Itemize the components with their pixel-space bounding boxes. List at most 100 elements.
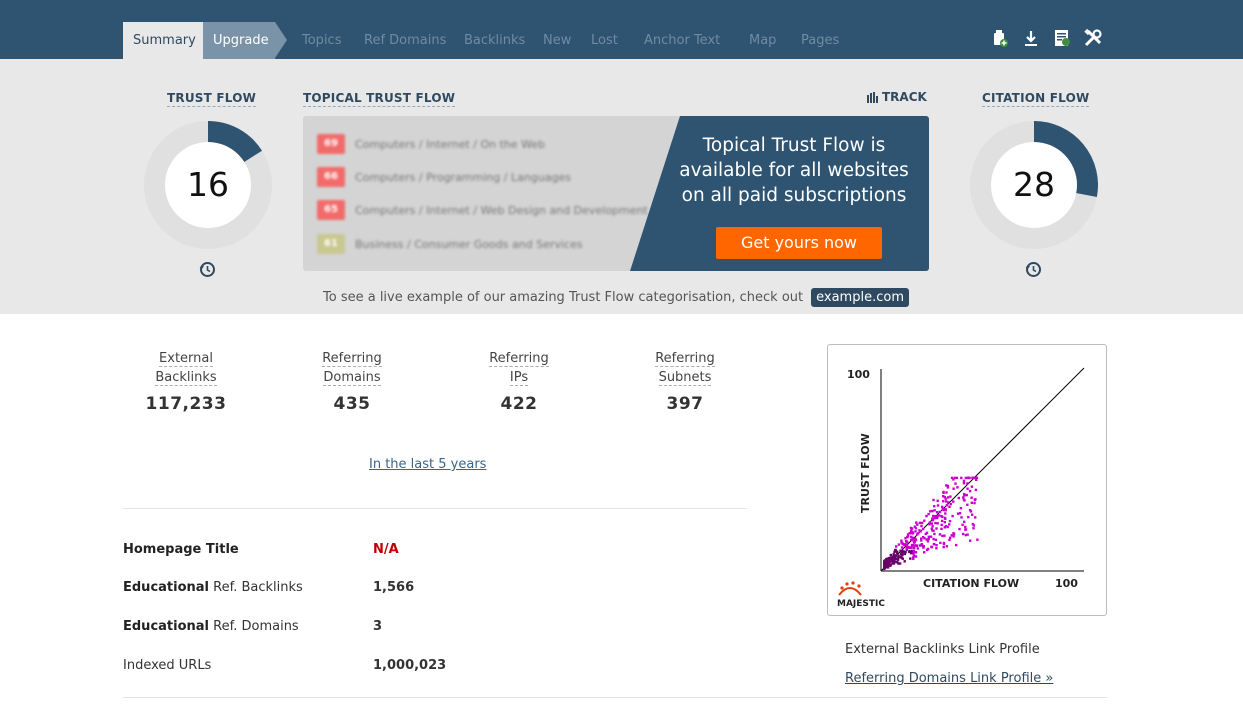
tab-map[interactable]: Map [749, 22, 776, 59]
report-icon[interactable] [1051, 27, 1072, 48]
scatter-point [900, 546, 904, 549]
scatter-point [947, 501, 950, 504]
scatter-point [945, 545, 949, 548]
scatter-point [962, 479, 966, 482]
scatter-point [939, 541, 942, 545]
scatter-point [915, 521, 918, 524]
topic-name: Computers / Programming / Languages [355, 170, 571, 184]
scatter-point [905, 546, 909, 549]
scatter-point [911, 536, 914, 539]
scatter-point [944, 508, 947, 511]
example-text: To see a live example of our amazing Tru… [323, 290, 804, 305]
scatter-point [932, 537, 935, 541]
tools-icon[interactable] [1082, 27, 1103, 48]
stat-value: 422 [500, 394, 538, 414]
scatter-plot: 100 100 CITATION FLOW TRUST FLOW MAJESTI… [837, 367, 1085, 609]
scatter-point [915, 544, 918, 547]
scatter-point [889, 553, 892, 557]
scatter-point [962, 496, 965, 499]
scatter-point [966, 487, 969, 490]
scatter-point [933, 505, 936, 508]
stat-label[interactable]: External Backlinks [126, 349, 246, 387]
scatter-point [916, 533, 919, 536]
stat-value: 117,233 [145, 394, 227, 414]
trust-flow-label[interactable]: TRUST FLOW [167, 91, 257, 107]
stat-label[interactable]: Referring Subnets [625, 349, 745, 387]
scatter-point [920, 539, 923, 542]
scatter-point [970, 485, 974, 488]
scatter-point [889, 556, 892, 559]
scatter-point [927, 512, 930, 516]
scatter-point [948, 538, 951, 542]
scatter-point [894, 557, 897, 561]
scatter-point [968, 489, 972, 493]
tab-ref-domains[interactable]: Ref Domains [364, 22, 446, 59]
scatter-point [966, 533, 969, 536]
scatter-point [929, 535, 933, 538]
period-selector-link[interactable]: In the last 5 years [369, 457, 486, 472]
tab-lost[interactable]: Lost [591, 22, 618, 59]
scatter-point [967, 515, 970, 519]
scatter-point [942, 500, 945, 503]
scatter-point [920, 543, 923, 546]
scatter-point [938, 510, 942, 514]
scatter-point [943, 516, 947, 520]
scatter-point [974, 476, 977, 480]
scatter-point [930, 545, 933, 548]
scatter-point [923, 551, 926, 554]
y-axis-label: TRUST FLOW [859, 433, 872, 513]
download-icon[interactable] [1020, 27, 1041, 48]
scatter-point [932, 514, 935, 518]
referring-domains-profile-link[interactable]: Referring Domains Link Profile » [845, 671, 1053, 686]
example-link[interactable]: example.com [811, 288, 909, 307]
scatter-point [936, 499, 939, 502]
info-value: 1,000,023 [373, 658, 447, 673]
scatter-point [964, 525, 967, 529]
scatter-point [949, 536, 952, 539]
history-icon[interactable] [199, 261, 216, 278]
tab-backlinks[interactable]: Backlinks [464, 22, 525, 59]
track-label: TRACK [882, 90, 927, 104]
stat-label[interactable]: Referring IPs [459, 349, 579, 387]
topic-score-badge: 61 [317, 234, 345, 254]
tab-topics[interactable]: Topics [302, 22, 341, 59]
scatter-point [916, 547, 919, 550]
history-icon[interactable] [1025, 261, 1042, 278]
scatter-point [961, 523, 964, 526]
scatter-point [966, 503, 969, 506]
tab-new[interactable]: New [543, 22, 571, 59]
scatter-point [931, 525, 934, 528]
flow-metric-scatter-chart[interactable]: 100 100 CITATION FLOW TRUST FLOW MAJESTI… [827, 344, 1107, 616]
scatter-point [894, 549, 897, 552]
scatter-point [911, 539, 914, 542]
scatter-point [918, 529, 921, 532]
scatter-point [971, 522, 975, 526]
topical-trust-flow-label[interactable]: TOPICAL TRUST FLOW [303, 91, 456, 107]
scatter-point [948, 519, 952, 523]
add-to-bucket-icon[interactable] [989, 27, 1010, 48]
tab-anchor-text[interactable]: Anchor Text [644, 22, 720, 59]
topic-row: 61 Business / Consumer Goods and Service… [317, 234, 583, 254]
scatter-point [972, 527, 975, 530]
scatter-point [912, 549, 916, 553]
scatter-point [936, 522, 939, 525]
scatter-point [933, 532, 936, 536]
scatter-point [931, 517, 934, 520]
tab-pages[interactable]: Pages [801, 22, 839, 59]
scatter-point [945, 491, 948, 494]
scatter-point [922, 527, 925, 531]
stat-label[interactable]: Referring Domains [292, 349, 412, 387]
topic-row: 69 Computers / Internet / On the Web [317, 134, 545, 154]
scatter-point [955, 543, 958, 547]
track-button[interactable]: TRACK [867, 90, 927, 104]
topic-name: Business / Consumer Goods and Services [355, 237, 583, 251]
tab-upgrade[interactable]: Upgrade [203, 22, 275, 59]
tab-summary[interactable]: Summary [123, 22, 203, 59]
scatter-point [934, 515, 937, 518]
get-yours-now-button[interactable]: Get yours now [716, 227, 882, 259]
stat-referring-subnets: Referring Subnets 397 [625, 349, 745, 414]
section-divider [123, 508, 747, 509]
citation-flow-label[interactable]: CITATION FLOW [982, 91, 1090, 107]
topic-score-badge: 66 [317, 167, 345, 187]
scatter-point [883, 565, 886, 568]
